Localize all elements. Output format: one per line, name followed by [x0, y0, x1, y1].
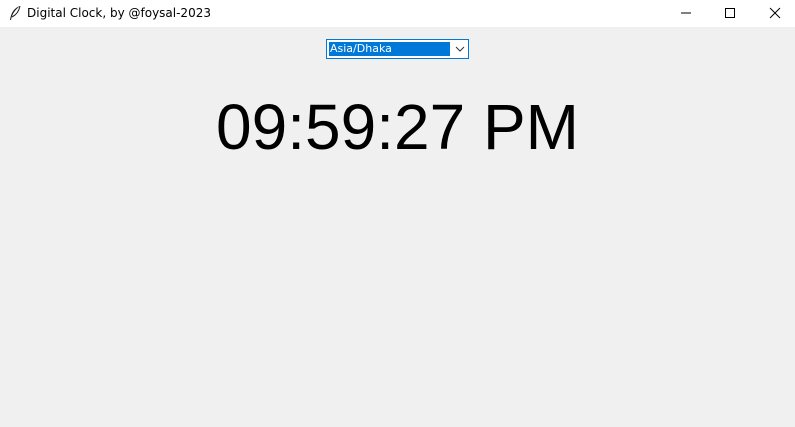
minimize-button[interactable]: [663, 0, 708, 27]
close-icon: [769, 4, 781, 23]
feather-icon: [8, 5, 22, 21]
title-bar[interactable]: Digital Clock, by @foysal-2023: [0, 0, 795, 27]
maximize-icon: [724, 4, 736, 23]
minimize-icon: [680, 4, 692, 23]
close-button[interactable]: [752, 0, 795, 27]
window-title: Digital Clock, by @foysal-2023: [27, 6, 211, 20]
clock-panel: Asia/Dhaka 09:59:27 PM: [0, 27, 795, 427]
timezone-select-value[interactable]: Asia/Dhaka: [329, 42, 450, 56]
clock-display: 09:59:27 PM: [216, 91, 579, 163]
maximize-button[interactable]: [707, 0, 752, 27]
chevron-down-icon[interactable]: [452, 40, 468, 58]
timezone-select[interactable]: Asia/Dhaka: [326, 39, 469, 59]
